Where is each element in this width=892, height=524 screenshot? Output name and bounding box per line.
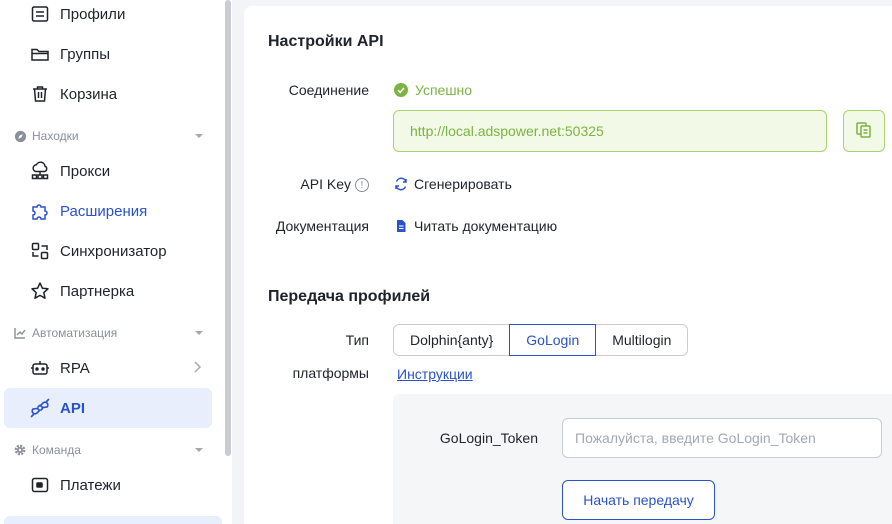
copy-url-button[interactable] [843,110,885,152]
section-team[interactable]: Команда [12,438,208,462]
sidebar-item-label: Синхронизатор [60,242,167,260]
trash-icon [28,82,52,106]
generate-key-button[interactable]: Сгенерировать [394,176,512,192]
sync-icon [28,239,52,263]
sidebar-scrollbar[interactable] [225,0,231,456]
sidebar-item-extensions[interactable]: Расширения [4,191,212,231]
sidebar-next-item [4,516,222,524]
puzzle-icon [28,199,52,223]
sidebar-item-api[interactable]: API [4,388,212,428]
connection-status: Успешно [394,82,472,98]
sidebar-item-label: RPA [60,359,90,377]
read-docs-link[interactable]: Читать документацию [394,218,557,234]
connection-status-text: Успешно [415,82,473,98]
start-transfer-button[interactable]: Начать передачу [562,480,715,520]
platform-option-multilogin[interactable]: Multilogin [595,324,689,356]
platform-selector: Dolphin{anty} GoLogin Multilogin [393,324,689,356]
sidebar-item-label: API [60,399,86,417]
platform-option-gologin[interactable]: GoLogin [509,324,597,356]
refresh-icon [394,177,408,191]
connection-label: Соединение [288,82,369,98]
gologin-token-input[interactable] [562,418,882,458]
sidebar-item-label: Партнерка [60,282,135,300]
sidebar-item-label: Группы [60,45,110,63]
proxy-icon [28,159,52,183]
plug-icon [28,396,52,420]
check-circle-icon [394,83,408,97]
sidebar: Профили Группы Корзина Находки Прокси Ра… [0,0,232,524]
platform-label-line2: платформы [292,365,369,381]
section-automation[interactable]: Автоматизация [12,321,208,345]
sidebar-item-groups[interactable]: Группы [4,34,212,74]
chevron-right-icon [192,360,202,378]
profiles-icon [28,2,52,26]
chevron-down-icon [194,327,204,341]
sidebar-item-rpa[interactable]: RPA [4,348,212,388]
folder-icon [28,42,52,66]
api-url-text: http://local.adspower.net:50325 [410,123,604,139]
section-findings[interactable]: Находки [12,124,208,148]
section-label: Находки [32,129,79,143]
api-key-label: API Key [300,176,351,192]
compass-icon [12,128,28,144]
section-label: Команда [32,443,81,457]
star-icon [28,279,52,303]
sidebar-item-proxy[interactable]: Прокси [4,151,212,191]
sidebar-item-label: Прокси [60,162,111,180]
platform-label-line1: Тип [345,332,369,348]
api-key-label-row: API Key! [268,176,369,193]
token-label: GoLogin_Token [439,430,538,446]
copy-icon [854,119,874,144]
robot-icon [28,356,52,380]
wallet-icon [28,473,52,497]
platform-option-dolphin[interactable]: Dolphin{anty} [393,324,511,356]
document-icon [394,219,408,233]
generate-key-label: Сгенерировать [414,176,512,192]
read-docs-label: Читать документацию [414,218,558,234]
sidebar-item-label: Профили [60,5,126,23]
instructions-link[interactable]: Инструкции [397,366,473,382]
section-label: Автоматизация [32,326,118,340]
help-icon[interactable]: ! [355,178,369,193]
sidebar-item-payments[interactable]: Платежи [4,465,212,505]
transfer-title: Передача профилей [268,288,431,305]
sidebar-item-label: Расширения [60,202,148,220]
chevron-down-icon [194,130,204,144]
gear-icon [12,442,28,458]
api-settings-title: Настройки API [268,33,384,50]
sidebar-item-label: Корзина [60,85,118,103]
automation-icon [12,325,28,341]
sidebar-item-label: Платежи [60,476,121,494]
chevron-down-icon [194,444,204,458]
sidebar-item-partner[interactable]: Партнерка [4,271,212,311]
sidebar-item-profiles[interactable]: Профили [4,0,212,34]
api-url-field[interactable]: http://local.adspower.net:50325 [393,110,827,152]
docs-label: Документация [275,218,369,234]
sidebar-item-synchronizer[interactable]: Синхронизатор [4,231,212,271]
sidebar-item-trash[interactable]: Корзина [4,74,212,114]
